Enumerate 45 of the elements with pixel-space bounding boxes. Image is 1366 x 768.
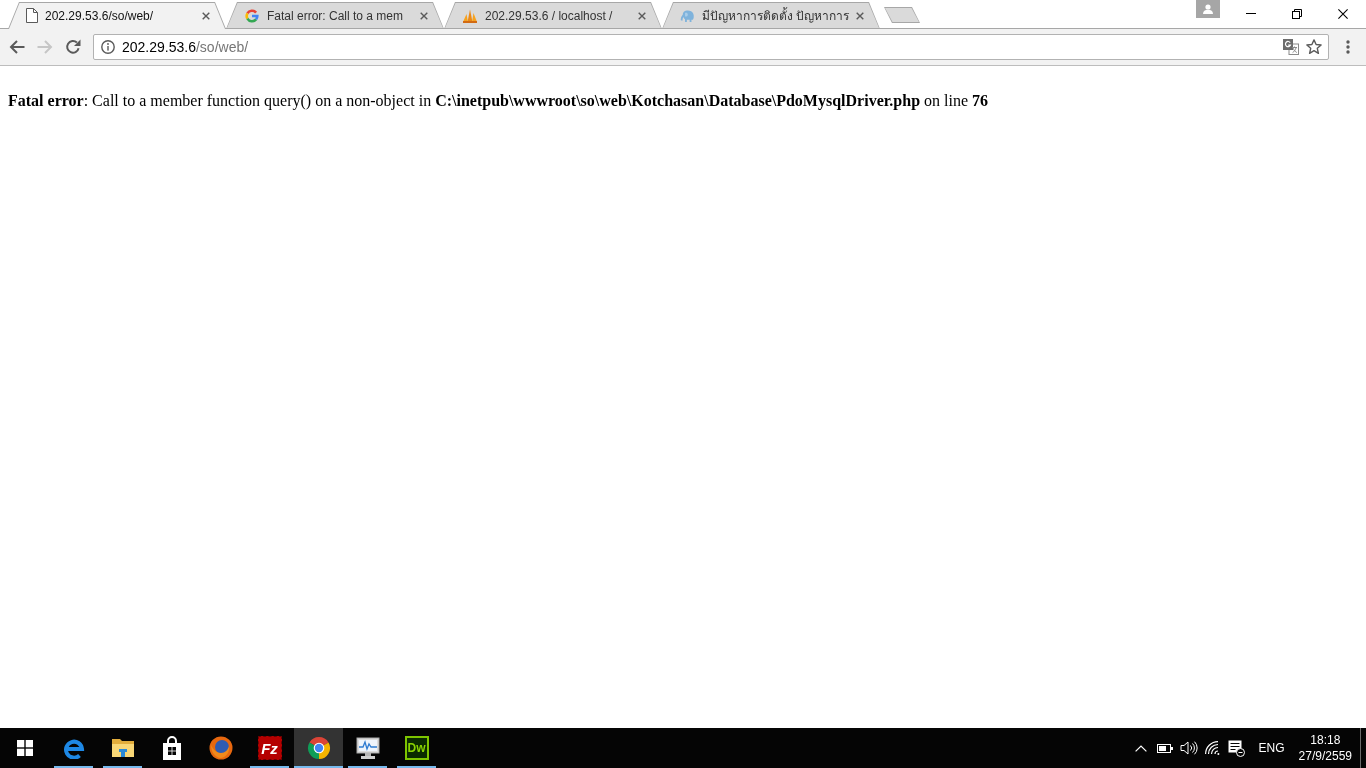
back-arrow-icon — [9, 40, 25, 54]
close-icon — [1338, 8, 1348, 19]
taskbar-button[interactable] — [294, 728, 343, 768]
monitor-icon — [355, 737, 380, 759]
ring-icon — [208, 736, 233, 760]
close-icon[interactable] — [638, 11, 646, 20]
battery-icon — [1156, 743, 1173, 753]
restore-icon — [1292, 8, 1302, 19]
clock-date[interactable]: 27/9/2559 — [1298, 748, 1352, 764]
page-icon — [26, 8, 38, 23]
tab[interactable]: มีปัญหาการติดตั้ง ปัญหาการ — [662, 2, 880, 29]
tab[interactable]: 202.29.53.6/so/web/ — [8, 2, 226, 29]
tab[interactable]: 202.29.53.6 / localhost / — [444, 2, 662, 29]
taskbar-button[interactable]: Dw — [392, 728, 441, 768]
speaker-icon — [1179, 741, 1198, 755]
elephant-icon — [680, 8, 695, 23]
tab[interactable]: Fatal error: Call to a mem — [226, 2, 444, 29]
close-icon[interactable] — [420, 11, 428, 20]
taskbar-button[interactable]: Fz — [245, 728, 294, 768]
error-message: Fatal error: Call to a member function query() on a non-object in C:\inetpub\wwwroot\so\web\Kotchasan\Database\PdoMysqlDriver.php on line 76 — [8, 92, 990, 110]
app-logo: Dw — [404, 736, 429, 760]
reload-icon — [65, 39, 81, 55]
star-icon[interactable] — [1306, 39, 1322, 55]
close-icon[interactable] — [202, 11, 210, 20]
e-logo-icon — [62, 737, 85, 759]
info-icon — [101, 40, 115, 54]
address-bar[interactable]: 202.29.53.6/so/web/ — [93, 34, 1329, 60]
language-indicator[interactable]: ENG — [1252, 728, 1291, 768]
person-icon — [1203, 4, 1213, 14]
url-text: 202.29.53.6/so/web/ — [122, 39, 250, 55]
translate-icon[interactable] — [1283, 39, 1299, 55]
shopping-bag-icon — [161, 736, 182, 760]
forward-arrow-icon — [37, 40, 53, 54]
menu-icon — [1346, 40, 1350, 54]
close-icon[interactable] — [856, 11, 864, 20]
windows-logo-icon — [16, 740, 33, 756]
notification-icon — [1228, 739, 1246, 757]
browser-logo-icon — [306, 736, 331, 760]
chevron-up-icon — [1134, 744, 1147, 752]
folder-icon — [110, 738, 135, 758]
wifi-icon — [1205, 741, 1221, 755]
clock-time[interactable]: 18:18 — [1310, 732, 1341, 748]
g-icon — [244, 7, 260, 24]
app-logo: Fz — [257, 736, 282, 760]
minimize-icon — [1246, 13, 1256, 14]
